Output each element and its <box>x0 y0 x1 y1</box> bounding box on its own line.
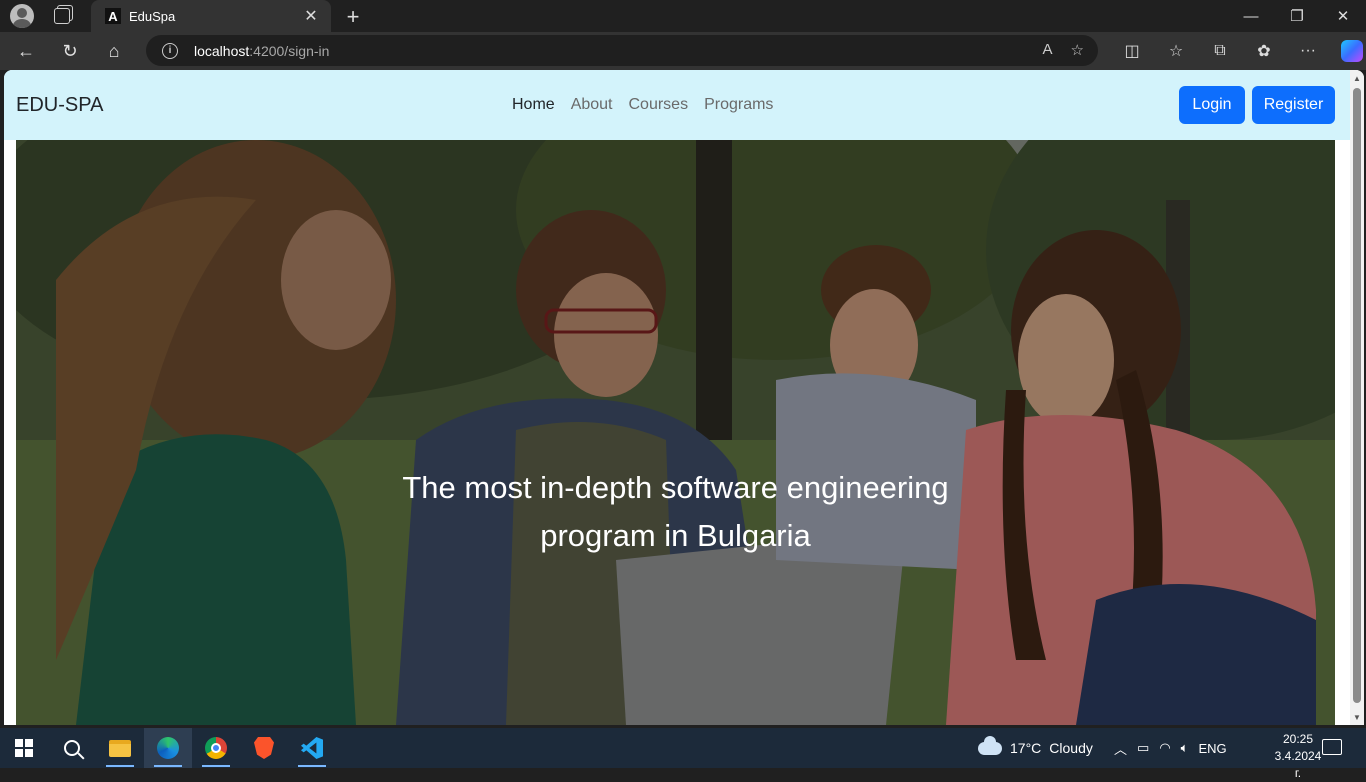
clock-time: 20:25 <box>1282 732 1314 746</box>
volume-icon[interactable]: 🔈︎ <box>1181 740 1189 756</box>
windows-logo-icon <box>15 739 33 757</box>
collections-icon[interactable]: ⧉ <box>1198 35 1242 67</box>
taskbar-brave[interactable] <box>240 728 288 768</box>
language-indicator[interactable]: ENG <box>1198 741 1226 756</box>
copilot-icon[interactable] <box>1330 35 1366 67</box>
restore-icon[interactable]: ❐ <box>1274 0 1320 32</box>
wifi-icon[interactable]: ◠ <box>1159 740 1170 756</box>
clock-date: 3.4.2024 г. <box>1274 749 1322 780</box>
register-button[interactable]: Register <box>1252 86 1335 124</box>
address-bar[interactable]: i localhost:4200/sign-in A ☆ <box>146 35 1098 66</box>
brand-logo[interactable]: EDU-SPA <box>16 94 103 117</box>
nav-programs[interactable]: Programs <box>704 96 773 114</box>
chrome-icon <box>205 737 227 759</box>
system-tray: ︿ ▭ ◠ 🔈︎ ENG <box>1114 728 1227 768</box>
chevron-up-icon[interactable]: ︿ <box>1114 739 1127 758</box>
workspaces-icon[interactable] <box>54 8 70 24</box>
scroll-up-icon[interactable]: ▲ <box>1353 74 1361 83</box>
more-menu-icon[interactable]: ··· <box>1286 35 1330 67</box>
refresh-icon[interactable]: ↻ <box>52 35 88 67</box>
site-header: EDU-SPA Home About Courses Programs Logi… <box>4 70 1350 140</box>
notification-icon[interactable] <box>1322 739 1342 755</box>
new-tab-button[interactable]: + <box>342 4 364 30</box>
clock[interactable]: 20:25 3.4.2024 г. <box>1270 731 1326 782</box>
start-button[interactable] <box>0 728 48 768</box>
weather-widget[interactable]: 17°C Cloudy <box>978 728 1093 768</box>
page-scrollbar[interactable]: ▲ ▼ <box>1350 70 1364 725</box>
window-controls: — ❐ ✕ <box>1228 0 1366 32</box>
profile-avatar-icon[interactable] <box>10 4 34 28</box>
hero-line-2: program in Bulgaria <box>540 518 811 553</box>
vscode-icon <box>301 737 323 759</box>
favorite-star-icon[interactable]: ☆ <box>1071 41 1084 59</box>
hero-line-1: The most in-depth software engineering <box>402 470 949 505</box>
weather-desc: Cloudy <box>1049 740 1093 756</box>
hero-headline: The most in-depth software engineering p… <box>16 464 1335 560</box>
taskbar-search-button[interactable] <box>48 728 96 768</box>
url-text[interactable]: localhost:4200/sign-in <box>194 43 329 59</box>
nav-home[interactable]: Home <box>512 96 555 114</box>
battery-icon[interactable]: ▭ <box>1137 740 1149 756</box>
site-info-icon[interactable]: i <box>162 42 178 59</box>
favorites-icon[interactable]: ☆ <box>1154 35 1198 67</box>
split-screen-icon[interactable]: ◫ <box>1110 35 1154 67</box>
login-button[interactable]: Login <box>1179 86 1245 124</box>
hero-photo <box>16 140 1335 725</box>
angular-favicon-icon: A <box>105 8 121 24</box>
windows-taskbar: 17°C Cloudy ︿ ▭ ◠ 🔈︎ ENG 20:25 3.4.2024 … <box>0 728 1366 780</box>
cloud-icon <box>978 735 1002 755</box>
nav-courses[interactable]: Courses <box>629 96 689 114</box>
close-window-icon[interactable]: ✕ <box>1320 0 1366 32</box>
browser-tools: ◫ ☆ ⧉ ✿ ··· <box>1110 35 1366 67</box>
browser-toolbar: ← ↻ ⌂ i localhost:4200/sign-in A ☆ ◫ ☆ ⧉… <box>0 32 1366 70</box>
url-host: localhost <box>194 42 250 59</box>
hero-banner: The most in-depth software engineering p… <box>16 140 1335 725</box>
main-nav: Home About Courses Programs <box>512 96 773 114</box>
taskbar-file-explorer[interactable] <box>96 728 144 768</box>
weather-temp: 17°C <box>1010 740 1042 756</box>
browser-title-bar: A EduSpa ✕ + — ❐ ✕ <box>0 0 1366 32</box>
taskbar-chrome[interactable] <box>192 728 240 768</box>
close-tab-icon[interactable]: ✕ <box>301 6 321 26</box>
scroll-thumb[interactable] <box>1353 88 1361 703</box>
nav-about[interactable]: About <box>571 96 613 114</box>
taskbar-vscode[interactable] <box>288 728 336 768</box>
search-icon <box>64 740 80 756</box>
page-viewport: EDU-SPA Home About Courses Programs Logi… <box>4 70 1364 725</box>
edge-browser-icon <box>157 737 179 759</box>
extensions-icon[interactable]: ✿ <box>1242 35 1286 67</box>
minimize-icon[interactable]: — <box>1228 0 1274 32</box>
folder-icon <box>109 739 131 757</box>
brave-lion-icon <box>254 737 274 759</box>
read-aloud-icon[interactable]: A <box>1043 41 1053 59</box>
home-icon[interactable]: ⌂ <box>96 35 132 67</box>
browser-tab[interactable]: A EduSpa ✕ <box>91 0 331 32</box>
url-path: :4200/sign-in <box>249 42 330 59</box>
back-arrow-icon[interactable]: ← <box>8 35 44 67</box>
tab-title: EduSpa <box>129 8 176 24</box>
taskbar-edge[interactable] <box>144 728 192 768</box>
scroll-down-icon[interactable]: ▼ <box>1353 713 1361 722</box>
